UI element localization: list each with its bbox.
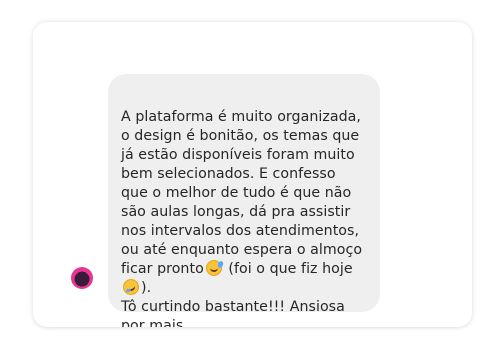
message-text-part-1: A plataforma é muito organizada, o desig… [121, 109, 363, 277]
grinning-face-with-sweat-icon [205, 260, 222, 276]
rolling-on-floor-laughing-icon [120, 276, 142, 298]
message-text-part-2: (foi o que fiz hoje [223, 261, 353, 277]
message-card: A plataforma é muito organizada, o desig… [33, 22, 472, 327]
avatar[interactable] [71, 267, 93, 289]
message-text-part-3: ). [141, 280, 152, 296]
message-text-part-4: Tô curtindo bastante!!! Ansiosa por mais… [121, 299, 345, 327]
chat-message-bubble[interactable]: A plataforma é muito organizada, o desig… [108, 74, 380, 327]
